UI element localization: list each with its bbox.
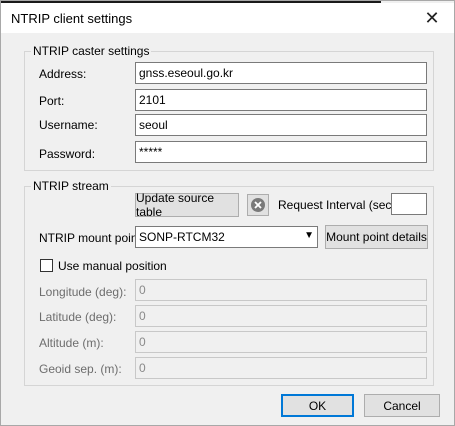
latitude-label: Latitude (deg):	[39, 310, 117, 324]
altitude-label: Altitude (m):	[39, 336, 104, 350]
address-field[interactable]: gnss.eseoul.go.kr	[135, 62, 427, 84]
mount-point-select[interactable]: SONP-RTCM32 ▼	[135, 226, 318, 248]
request-interval-field[interactable]	[391, 193, 427, 215]
altitude-field[interactable]: 0	[135, 331, 427, 353]
latitude-field[interactable]: 0	[135, 305, 427, 327]
update-source-table-button[interactable]: Update source table	[135, 191, 239, 219]
close-button[interactable]: ✕	[410, 3, 454, 33]
request-interval-label: Request Interval (sec)	[278, 198, 396, 212]
password-field[interactable]: *****	[135, 141, 427, 163]
title-bar: NTRIP client settings ✕	[1, 3, 454, 33]
manual-position-checkbox[interactable]	[40, 259, 53, 272]
stream-legend: NTRIP stream	[33, 179, 109, 193]
password-label: Password:	[39, 147, 96, 161]
mount-point-label: NTRIP mount point:	[39, 231, 145, 245]
chevron-down-icon: ▼	[304, 230, 314, 241]
manual-position-label: Use manual position	[58, 259, 167, 273]
caster-settings-legend: NTRIP caster settings	[33, 44, 150, 58]
clear-icon	[251, 198, 265, 212]
cancel-button[interactable]: Cancel	[364, 394, 440, 417]
ntrip-settings-dialog: NTRIP client settings ✕ NTRIP caster set…	[0, 0, 455, 426]
longitude-label: Longitude (deg):	[39, 285, 127, 299]
window-title: NTRIP client settings	[11, 11, 133, 26]
ok-button[interactable]: OK	[281, 394, 354, 417]
username-label: Username:	[39, 118, 98, 132]
port-label: Port:	[39, 94, 65, 108]
close-icon: ✕	[424, 7, 440, 28]
geoid-field[interactable]: 0	[135, 357, 427, 379]
username-field[interactable]: seoul	[135, 114, 427, 136]
longitude-field[interactable]: 0	[135, 279, 427, 301]
geoid-label: Geoid sep. (m):	[39, 362, 122, 376]
address-label: Address:	[39, 67, 87, 81]
mount-point-details-button[interactable]: Mount point details	[325, 225, 428, 249]
clear-button[interactable]	[247, 194, 269, 216]
port-field[interactable]: 2101	[135, 89, 427, 111]
mount-point-value: SONP-RTCM32	[139, 230, 225, 244]
